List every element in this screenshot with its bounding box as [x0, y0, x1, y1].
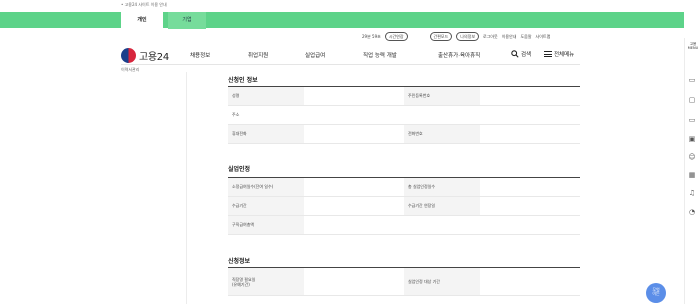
top-notice-bar: • 고용24 사이트 이용 안내 [0, 0, 700, 12]
table-row: 성명 주민등록번호 [228, 87, 580, 106]
table-row: 구직급여총액 [228, 216, 580, 235]
table-row: 주소 [228, 106, 580, 125]
display-icon[interactable]: ▭ [687, 116, 697, 124]
audience-tabs-bar [0, 12, 684, 28]
help-link[interactable]: 도움말 [520, 34, 531, 40]
label-employer-date: 직장명 필요일 (유예기간) [228, 268, 304, 295]
label-total-benefit: 구직급여총액 [228, 216, 304, 234]
gnb-vocational-training[interactable]: 직업 능력 개발 [363, 51, 397, 60]
label-mobile: 휴대전화 [228, 125, 304, 143]
quick-menu-title: 고용 MENU [687, 42, 699, 50]
section-title-recognition: 실업인정 [228, 166, 251, 173]
brand-name: 고용24 [139, 52, 169, 63]
headset-icon[interactable]: ♫ [687, 189, 697, 197]
search-button[interactable]: 검색 [511, 50, 531, 58]
tab-personal[interactable]: 개인 [121, 12, 163, 29]
header-divider [121, 64, 580, 65]
site-logo[interactable]: 고용24 [121, 48, 169, 63]
search-label: 검색 [521, 52, 532, 58]
tab-company[interactable]: 기업 [168, 12, 206, 29]
site-notice[interactable]: • 고용24 사이트 이용 안내 [121, 2, 167, 8]
all-menu-label: 전체메뉴 [554, 52, 575, 58]
table-row: 소정급여일수(잔여 일수) 총 실업인정일수 [228, 178, 580, 197]
gnb-unemployment-benefit[interactable]: 실업급여 [305, 51, 325, 60]
label-name: 성명 [228, 87, 304, 105]
chatbot-label: 무엇 이든 [652, 287, 660, 296]
sitemap-link[interactable]: 사이트맵 [536, 34, 551, 40]
section-title-application: 신청정보 [228, 258, 251, 265]
label-address: 주소 [228, 106, 580, 124]
hamburger-icon [544, 51, 552, 57]
taegeuk-logo-icon [121, 48, 136, 63]
session-timer: 29분 59초 [362, 33, 381, 39]
extend-session-button[interactable]: 시간연장 [384, 32, 408, 41]
label-benefit-period: 수급기간 [228, 197, 304, 215]
simple-mode-button[interactable]: 간편모드 [429, 32, 453, 41]
all-menu-button[interactable]: 전체메뉴 [544, 50, 574, 58]
label-period-extension: 수급기간 연장일 [404, 197, 480, 215]
quick-menu-sidebar: 고용 MENU ▭ ▢ ▭ ▣ ☺ ▦ ♫ ◔ [684, 38, 700, 304]
table-row: 수급기간 수급기간 연장일 [228, 197, 580, 216]
my-info-button[interactable]: 나의정보 [456, 32, 480, 41]
gnb-parental-leave[interactable]: 출산휴가·육아휴직 [438, 51, 480, 60]
label-benefit-days: 소정급여일수(잔여 일수) [228, 178, 304, 196]
table-row: 휴대전화 전화번호 [228, 125, 580, 144]
label-recognition-period: 실업인정 대상 기간 [404, 268, 480, 295]
calendar-icon[interactable]: ▦ [687, 171, 697, 179]
monitor-icon[interactable]: ▭ [687, 76, 697, 84]
chatbot-button[interactable]: 무엇 이든 [646, 283, 666, 303]
section-title-applicant: 신청인 정보 [228, 77, 258, 84]
window-icon[interactable]: ▣ [687, 135, 697, 143]
chat-icon[interactable]: ▢ [687, 96, 697, 104]
gnb-job-info[interactable]: 채용정보 [190, 51, 210, 60]
guide-link[interactable]: 이용안내 [502, 34, 517, 40]
logout-link[interactable]: 로그아웃 [483, 34, 498, 40]
gnb-employment-support[interactable]: 취업지원 [248, 51, 268, 60]
left-navigation [121, 72, 187, 304]
utility-menu: 29분 59초 시간연장 간편모드 나의정보 로그아웃 이용안내 도움말 사이트… [362, 32, 550, 41]
label-resident-number: 주민등록번호 [404, 87, 480, 105]
table-row: 직장명 필요일 (유예기간) 실업인정 대상 기간 [228, 268, 580, 296]
bubble-icon[interactable]: ◔ [687, 208, 697, 216]
search-icon [511, 50, 519, 58]
smile-icon[interactable]: ☺ [687, 153, 697, 161]
label-phone: 전화번호 [404, 125, 480, 143]
label-total-recognition-days: 총 실업인정일수 [404, 178, 480, 196]
